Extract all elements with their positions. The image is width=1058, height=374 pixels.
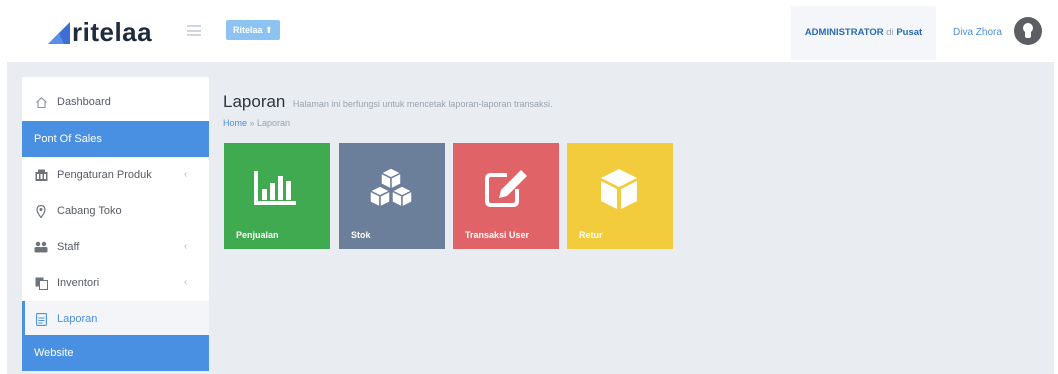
sidebar-item-label: Pengaturan Produk xyxy=(57,169,152,181)
page-title-text: Laporan xyxy=(223,92,286,111)
sidebar-item-label: Website xyxy=(34,347,74,359)
admin-role-badge: ADMINISTRATOR di Pusat xyxy=(791,6,936,60)
building-icon xyxy=(34,168,48,182)
tile-stok[interactable]: Stok xyxy=(339,143,445,249)
edit-icon xyxy=(477,165,533,213)
page-subtitle: Halaman ini berfungsi untuk mencetak lap… xyxy=(292,99,553,109)
sidebar-item-label: Laporan xyxy=(57,313,98,325)
app-logo[interactable]: ritelaa xyxy=(46,16,152,48)
sidebar-item-store-branch[interactable]: Cabang Toko xyxy=(22,193,209,229)
map-marker-icon xyxy=(34,204,48,218)
admin-di-text: di xyxy=(886,27,894,38)
sidebar-item-label: Staff xyxy=(57,241,80,253)
users-icon xyxy=(34,240,48,254)
sidebar-item-staff[interactable]: Staff ‹ xyxy=(22,229,209,265)
tile-penjualan[interactable]: Penjualan xyxy=(224,143,330,249)
tile-label: Transaksi User xyxy=(465,230,530,240)
bar-chart-icon xyxy=(248,165,304,213)
breadcrumb: Home » Laporan xyxy=(223,118,290,128)
file-text-icon xyxy=(34,312,48,326)
sidebar-item-label: Dashboard xyxy=(57,96,111,108)
chevron-left-icon: ‹ xyxy=(184,241,188,252)
top-header: ritelaa Ritelaa ⬆ ADMINISTRATOR di Pusat… xyxy=(0,0,1058,62)
user-avatar[interactable] xyxy=(1014,17,1042,45)
sidebar-item-label: Pont Of Sales xyxy=(34,133,102,145)
logo-text: ritelaa xyxy=(72,17,153,47)
admin-place-text: Pusat xyxy=(896,27,923,38)
breadcrumb-home-link[interactable]: Home xyxy=(223,118,247,128)
user-icon xyxy=(1023,23,1033,38)
tile-label: Retur xyxy=(579,230,603,240)
sidebar-item-label: Cabang Toko xyxy=(57,205,122,217)
tile-label: Stok xyxy=(351,230,371,240)
menu-toggle-icon[interactable] xyxy=(187,25,201,36)
store-button[interactable]: Ritelaa ⬆ xyxy=(226,20,280,40)
sidebar-item-pos[interactable]: Pont Of Sales xyxy=(22,121,209,157)
cube-icon xyxy=(591,165,647,213)
sidebar: Dashboard Pont Of Sales Pengaturan Produ… xyxy=(22,77,209,371)
tile-transaksi-user[interactable]: Transaksi User xyxy=(453,143,559,249)
home-icon xyxy=(34,95,48,109)
user-name-link[interactable]: Diva Zhora xyxy=(953,27,1002,38)
admin-role-text: ADMINISTRATOR xyxy=(804,27,884,38)
page-title: Laporan Halaman ini berfungsi untuk menc… xyxy=(223,92,553,112)
sidebar-item-inventory[interactable]: Inventori ‹ xyxy=(22,265,209,301)
sidebar-item-product-settings[interactable]: Pengaturan Produk ‹ xyxy=(22,157,209,193)
sidebar-item-dashboard[interactable]: Dashboard xyxy=(22,84,209,120)
sidebar-item-reports[interactable]: Laporan xyxy=(22,301,209,337)
breadcrumb-separator: » xyxy=(247,118,258,128)
chevron-left-icon: ‹ xyxy=(184,277,188,288)
breadcrumb-current: Laporan xyxy=(257,118,291,128)
sidebar-item-label: Inventori xyxy=(57,277,100,289)
cubes-icon xyxy=(363,165,419,213)
sidebar-item-website[interactable]: Website xyxy=(22,335,209,371)
chevron-left-icon: ‹ xyxy=(184,169,188,180)
tile-retur[interactable]: Retur xyxy=(567,143,673,249)
tile-label: Penjualan xyxy=(236,230,279,240)
logo-mark-icon xyxy=(46,20,70,44)
copy-icon xyxy=(34,276,48,290)
